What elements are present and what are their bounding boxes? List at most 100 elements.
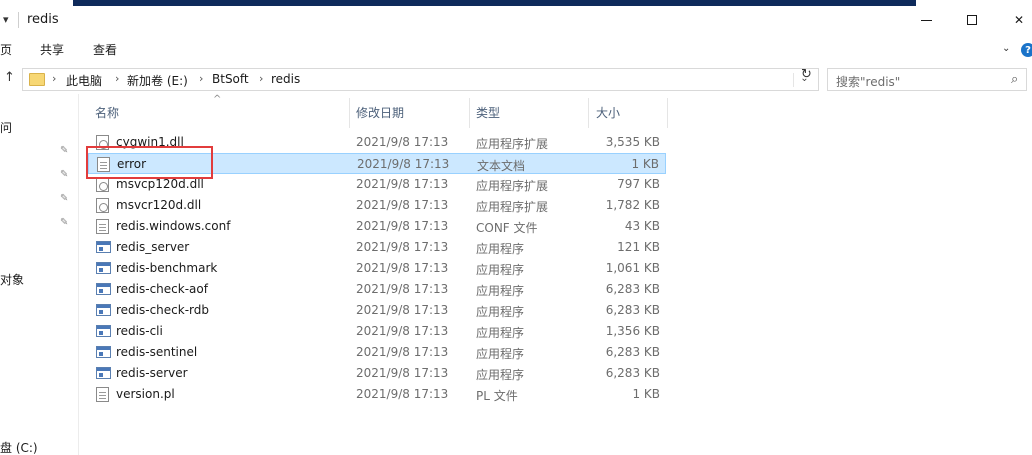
file-size: 1,782 KB bbox=[605, 198, 660, 212]
file-row[interactable]: redis.windows.conf 2021/9/8 17:13 CONF 文… bbox=[88, 216, 666, 237]
file-size: 6,283 KB bbox=[605, 366, 660, 380]
file-row[interactable]: cygwin1.dll 2021/9/8 17:13 应用程序扩展 3,535 … bbox=[88, 132, 666, 153]
breadcrumb-separator: › bbox=[199, 72, 204, 85]
application-icon bbox=[96, 346, 111, 358]
file-size: 1,356 KB bbox=[605, 324, 660, 338]
search-placeholder: 搜索"redis" bbox=[836, 75, 901, 89]
file-date: 2021/9/8 17:13 bbox=[356, 324, 449, 338]
application-icon bbox=[96, 367, 111, 379]
file-row[interactable]: version.pl 2021/9/8 17:13 PL 文件 1 KB bbox=[88, 384, 666, 405]
column-header-name[interactable]: 名称 bbox=[95, 104, 119, 124]
file-date: 2021/9/8 17:13 bbox=[356, 219, 449, 233]
file-row[interactable]: redis-check-rdb 2021/9/8 17:13 应用程序 6,28… bbox=[88, 300, 666, 321]
file-date: 2021/9/8 17:13 bbox=[356, 240, 449, 254]
application-icon bbox=[96, 304, 111, 316]
file-name: redis-check-rdb bbox=[116, 303, 210, 317]
column-header-date[interactable]: 修改日期 bbox=[356, 104, 404, 124]
file-date: 2021/9/8 17:13 bbox=[356, 282, 449, 296]
file-row[interactable]: redis-check-aof 2021/9/8 17:13 应用程序 6,28… bbox=[88, 279, 666, 300]
search-icon: ⌕ bbox=[1011, 72, 1019, 87]
file-type: 应用程序 bbox=[476, 263, 525, 277]
address-row: ↑ › 此电脑 › 新加卷 (E:) › BtSoft › redis ⌄ ↻ … bbox=[0, 64, 1032, 94]
dll-file-icon bbox=[96, 198, 109, 213]
maximize-icon bbox=[967, 15, 977, 25]
file-size: 3,535 KB bbox=[605, 135, 660, 149]
file-type: 应用程序 bbox=[476, 284, 525, 298]
application-icon bbox=[96, 262, 111, 274]
address-bar[interactable]: › 此电脑 › 新加卷 (E:) › BtSoft › redis ⌄ bbox=[22, 68, 819, 91]
pin-icon: ✎ bbox=[60, 145, 69, 156]
title-bar: ▾ redis ✕ bbox=[0, 0, 1032, 38]
navigation-pane: 问 ✎ ✎ ✎ ✎ 对象 盘 (C:) bbox=[0, 94, 79, 455]
up-arrow-icon[interactable]: ↑ bbox=[4, 70, 15, 85]
file-name: redis-server bbox=[116, 366, 188, 380]
sort-ascending-icon: ^ bbox=[213, 94, 222, 105]
file-row-selected[interactable]: error 2021/9/8 17:13 文本文档 1 KB bbox=[88, 153, 666, 174]
file-date: 2021/9/8 17:13 bbox=[356, 261, 449, 275]
file-row[interactable]: redis-benchmark 2021/9/8 17:13 应用程序 1,06… bbox=[88, 258, 666, 279]
ribbon-expand-icon[interactable]: ⌄ bbox=[1002, 43, 1010, 54]
file-type: PL 文件 bbox=[476, 389, 518, 403]
nav-item-quick-access[interactable]: 问 bbox=[0, 119, 12, 136]
nav-item-3d-objects[interactable]: 对象 bbox=[0, 271, 24, 288]
file-list: cygwin1.dll 2021/9/8 17:13 应用程序扩展 3,535 … bbox=[88, 132, 668, 405]
file-row[interactable]: redis-server 2021/9/8 17:13 应用程序 6,283 K… bbox=[88, 363, 666, 384]
file-size: 43 KB bbox=[624, 219, 660, 233]
pin-icon: ✎ bbox=[60, 217, 69, 228]
column-separator[interactable] bbox=[349, 98, 350, 128]
file-type: 应用程序 bbox=[476, 347, 525, 361]
file-type: CONF 文件 bbox=[476, 221, 538, 235]
tab-view[interactable]: 查看 bbox=[93, 41, 117, 58]
dll-file-icon bbox=[96, 135, 109, 150]
file-type: 应用程序扩展 bbox=[476, 137, 549, 151]
column-separator[interactable] bbox=[667, 98, 668, 128]
refresh-icon[interactable]: ↻ bbox=[801, 67, 812, 82]
file-size: 1 KB bbox=[632, 387, 660, 401]
column-header-size[interactable]: 大小 bbox=[596, 104, 620, 124]
tab-home[interactable]: 页 bbox=[0, 41, 12, 58]
file-type: 文本文档 bbox=[477, 159, 526, 173]
help-icon[interactable]: ? bbox=[1021, 43, 1032, 57]
breadcrumb-redis[interactable]: redis bbox=[271, 72, 300, 86]
file-type: 应用程序 bbox=[476, 305, 525, 319]
breadcrumb-this-pc[interactable]: 此电脑 bbox=[66, 72, 102, 89]
text-file-icon bbox=[97, 157, 110, 172]
nav-item-local-disk-c[interactable]: 盘 (C:) bbox=[0, 439, 38, 455]
application-icon bbox=[96, 283, 111, 295]
search-input[interactable]: 搜索"redis" ⌕ bbox=[827, 68, 1027, 91]
folder-icon bbox=[29, 73, 45, 86]
file-row[interactable]: redis_server 2021/9/8 17:13 应用程序 121 KB bbox=[88, 237, 666, 258]
breadcrumb-separator: › bbox=[259, 72, 264, 85]
file-row[interactable]: redis-cli 2021/9/8 17:13 应用程序 1,356 KB bbox=[88, 321, 666, 342]
pin-icon: ✎ bbox=[60, 169, 69, 180]
close-button[interactable]: ✕ bbox=[1004, 8, 1032, 32]
minimize-button[interactable] bbox=[911, 8, 941, 32]
quick-access-dropdown-icon[interactable]: ▾ bbox=[3, 13, 9, 26]
file-name: msvcr120d.dll bbox=[116, 198, 202, 212]
column-header-type[interactable]: 类型 bbox=[476, 104, 500, 124]
conf-file-icon bbox=[96, 219, 109, 234]
file-type: 应用程序 bbox=[476, 326, 525, 340]
file-name: version.pl bbox=[116, 387, 175, 401]
column-separator[interactable] bbox=[588, 98, 589, 128]
breadcrumb-separator: › bbox=[52, 72, 57, 85]
file-name: error bbox=[117, 157, 147, 171]
file-name: cygwin1.dll bbox=[116, 135, 184, 149]
title-strip bbox=[73, 0, 916, 6]
maximize-button[interactable] bbox=[957, 8, 987, 32]
file-row[interactable]: redis-sentinel 2021/9/8 17:13 应用程序 6,283… bbox=[88, 342, 666, 363]
breadcrumb-volume-e[interactable]: 新加卷 (E:) bbox=[127, 72, 188, 89]
application-icon bbox=[96, 241, 111, 253]
tab-share[interactable]: 共享 bbox=[40, 41, 64, 58]
file-date: 2021/9/8 17:13 bbox=[356, 198, 449, 212]
breadcrumb-separator: › bbox=[115, 72, 120, 85]
breadcrumb-btsoft[interactable]: BtSoft bbox=[212, 72, 249, 86]
file-size: 1,061 KB bbox=[605, 261, 660, 275]
file-row[interactable]: msvcp120d.dll 2021/9/8 17:13 应用程序扩展 797 … bbox=[88, 174, 666, 195]
file-type: 应用程序扩展 bbox=[476, 179, 549, 193]
nav-divider bbox=[78, 94, 79, 455]
file-size: 6,283 KB bbox=[605, 303, 660, 317]
file-row[interactable]: msvcr120d.dll 2021/9/8 17:13 应用程序扩展 1,78… bbox=[88, 195, 666, 216]
ribbon-tabs: 页 共享 查看 ⌄ ? bbox=[0, 38, 1032, 62]
column-separator[interactable] bbox=[469, 98, 470, 128]
